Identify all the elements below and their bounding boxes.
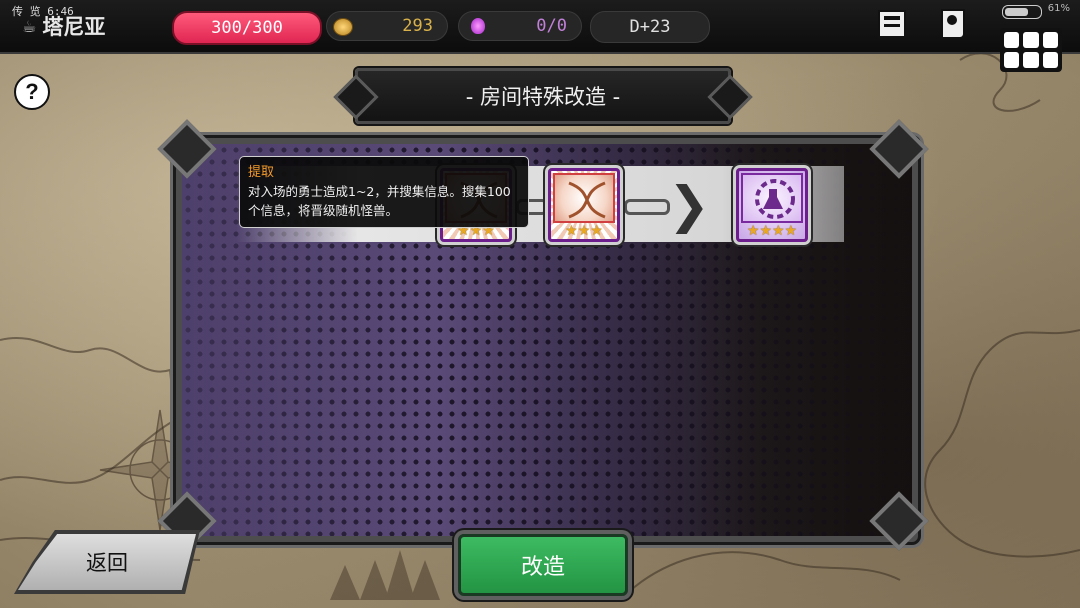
modify-button[interactable]: 改造 bbox=[458, 534, 628, 596]
modify-button-label: 改造 bbox=[520, 555, 565, 580]
upgrade-card-current[interactable]: ★★★ bbox=[548, 168, 620, 242]
gold-value: 293 bbox=[402, 16, 433, 36]
potion-icon bbox=[471, 18, 485, 34]
battery-icon bbox=[1002, 5, 1042, 19]
help-icon: ? bbox=[25, 79, 39, 104]
battery-percent: 61% bbox=[1047, 3, 1070, 14]
tooltip-title: 提取 bbox=[248, 165, 275, 180]
page-title: - 房间特殊改造 - bbox=[465, 85, 621, 109]
gold-counter: 293 bbox=[326, 11, 448, 41]
main-menu-grid-icon[interactable] bbox=[1000, 28, 1062, 72]
star-rating: ★★★★ bbox=[746, 223, 798, 239]
book-icon[interactable] bbox=[876, 6, 912, 46]
day-counter: D+23 bbox=[590, 11, 710, 43]
back-button-label: 返回 bbox=[86, 551, 128, 575]
hp-value: 300/300 bbox=[211, 18, 283, 38]
star-rating: ★★★ bbox=[565, 223, 603, 239]
day-value: D+23 bbox=[629, 17, 671, 37]
help-button[interactable]: ? bbox=[14, 74, 50, 110]
chain-link bbox=[624, 199, 670, 215]
gold-coin-icon bbox=[333, 18, 353, 36]
location-title: ☕ 塔尼亚 bbox=[22, 11, 105, 41]
mana-value: 0/0 bbox=[536, 16, 567, 36]
hp-counter: 300/300 bbox=[172, 11, 322, 45]
skill-tooltip: 提取 对入场的勇士造成1~2，并搜集信息。搜集100个信息，将晋级随机怪兽。 bbox=[239, 156, 529, 228]
mana-counter: 0/0 bbox=[458, 11, 582, 41]
page-title-banner: - 房间特殊改造 - bbox=[355, 68, 731, 124]
scroll-icon[interactable] bbox=[936, 6, 972, 46]
top-status-bar: 传 览 6:46 61% ☕ 塔尼亚 300/300 293 0/0 D+23 bbox=[0, 0, 1080, 54]
forest-trees-icon bbox=[330, 550, 440, 600]
flask-gear-icon bbox=[741, 173, 803, 223]
upgrade-arrow-icon: ❯ bbox=[668, 176, 710, 234]
location-label: 塔尼亚 bbox=[42, 15, 106, 39]
dna-icon bbox=[553, 173, 615, 223]
tooltip-description: 对入场的勇士造成1~2，并搜集信息。搜集100个信息，将晋级随机怪兽。 bbox=[248, 184, 511, 218]
teacup-icon: ☕ bbox=[22, 16, 37, 36]
upgrade-card-result[interactable]: ★★★★ bbox=[736, 168, 808, 242]
